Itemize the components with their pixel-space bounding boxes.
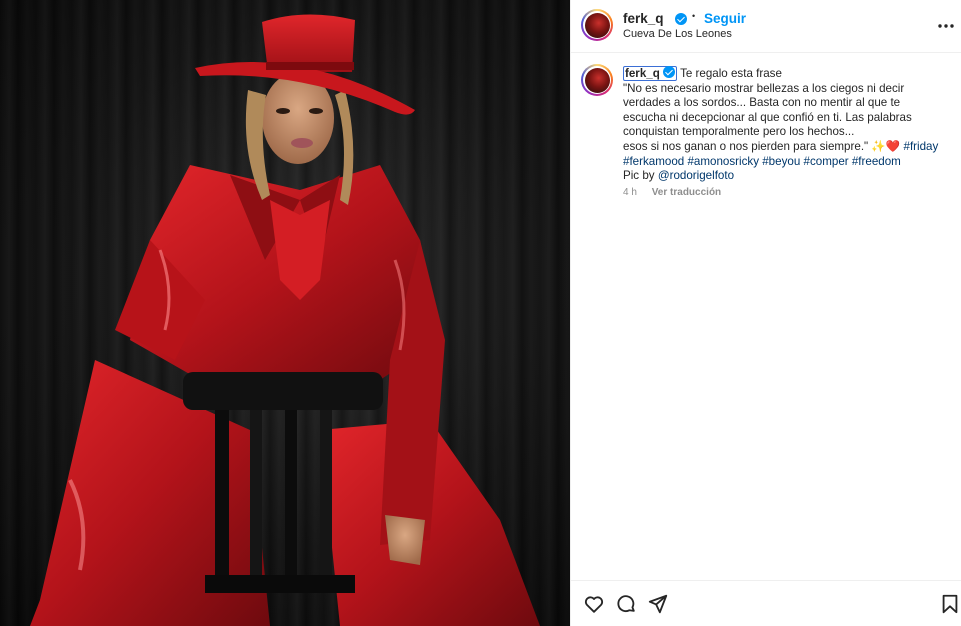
separator-dot: • xyxy=(692,11,696,21)
caption-emoji: ✨❤️ xyxy=(871,139,901,153)
hashtag-link[interactable]: #beyou xyxy=(762,155,800,168)
hashtag-link[interactable]: #friday xyxy=(904,140,939,153)
share-icon[interactable] xyxy=(647,593,669,615)
caption-line-4: escucha ni decepcionar al que confió en … xyxy=(623,110,912,124)
author-avatar[interactable] xyxy=(581,9,613,41)
comment-icon[interactable] xyxy=(615,593,637,615)
verified-badge-icon xyxy=(675,13,687,25)
hashtag-link[interactable]: #ferkamood xyxy=(623,155,684,168)
caption-line-6: esos si nos ganan o nos pierden para sie… xyxy=(623,139,869,153)
hashtag-link[interactable]: #comper xyxy=(804,155,849,168)
post-timestamp[interactable]: 4 h xyxy=(623,187,637,198)
caption-username[interactable]: ferk_q xyxy=(623,66,678,81)
post-photo[interactable] xyxy=(0,0,570,626)
caption-line-5: conquistan temporalmente pero los hechos… xyxy=(623,125,855,139)
see-translation-button[interactable]: Ver traducción xyxy=(652,187,721,198)
heart-icon[interactable] xyxy=(583,593,605,615)
caption-author-avatar[interactable] xyxy=(581,64,613,96)
hashtag-link[interactable]: #freedom xyxy=(852,155,901,168)
more-options-icon[interactable] xyxy=(936,16,956,36)
bookmark-icon[interactable] xyxy=(939,593,961,615)
caption-meta: 4 h Ver traducción xyxy=(623,187,721,198)
hashtag-link[interactable]: #amonosricky xyxy=(687,155,759,168)
verified-badge-icon xyxy=(663,66,676,78)
follow-button[interactable]: Seguir xyxy=(704,11,746,26)
photo-illustration xyxy=(30,14,540,626)
post-header: ferk_q • Seguir Cueva De Los Leones xyxy=(571,0,961,53)
caption-line-2: "No es necesario mostrar bellezas a los … xyxy=(623,81,905,95)
photo-credit-label: Pic by xyxy=(623,169,655,183)
caption-text: ferk_q Te regalo esta frase "No es neces… xyxy=(623,66,958,184)
post-sidebar: ferk_q • Seguir Cueva De Los Leones ferk… xyxy=(570,0,961,626)
author-username[interactable]: ferk_q xyxy=(623,11,664,26)
action-bar xyxy=(571,580,961,626)
post-location[interactable]: Cueva De Los Leones xyxy=(623,28,732,40)
caption-line-1: Te regalo esta frase xyxy=(680,67,782,80)
photo-credit-handle[interactable]: @rodorigelfoto xyxy=(658,169,734,182)
comments-area: ferk_q Te regalo esta frase "No es neces… xyxy=(571,54,961,580)
caption-line-3: verdades a los sordos... Basta con no me… xyxy=(623,96,901,110)
